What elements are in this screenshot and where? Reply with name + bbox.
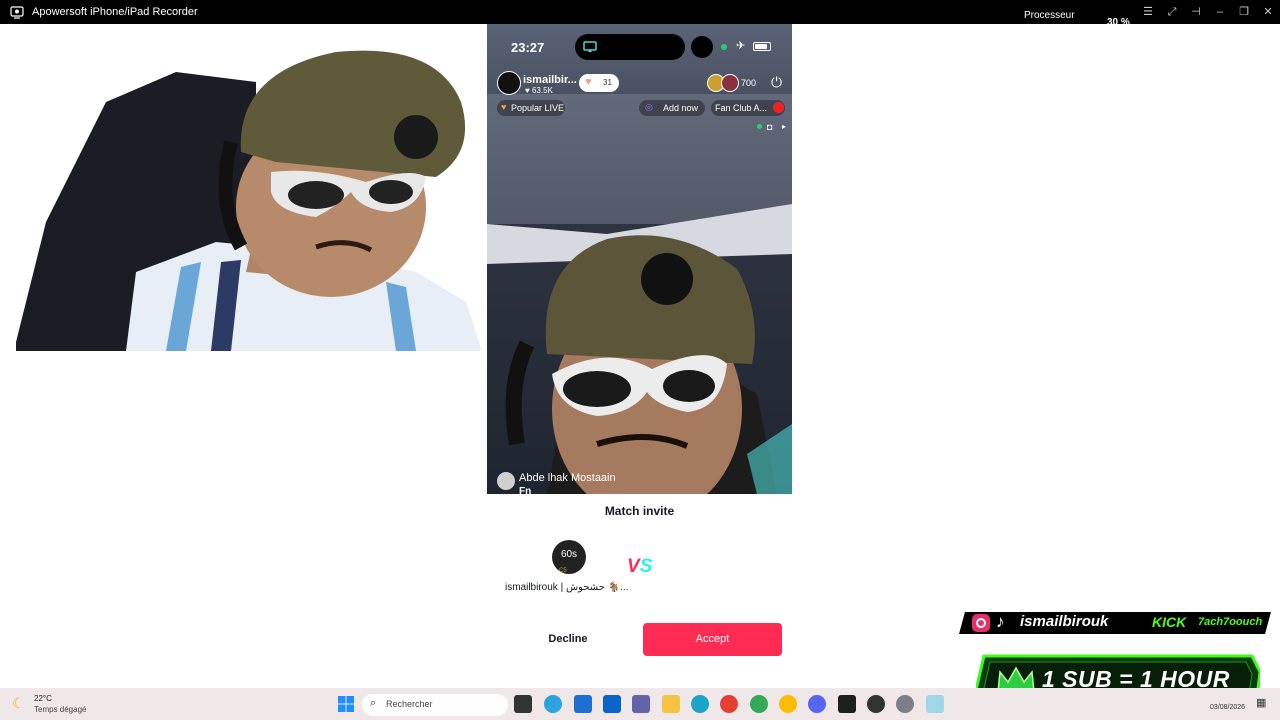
vs-logo: VS <box>627 556 652 578</box>
file-explorer-icon[interactable] <box>662 695 680 713</box>
chrome-profile-icon[interactable] <box>750 695 768 713</box>
tiktok-icon: ♪ <box>996 612 1005 631</box>
instagram-icon <box>972 614 990 632</box>
vs-v: V <box>627 556 640 577</box>
webcam-overlay <box>16 42 482 351</box>
search-icon: ⌕ <box>370 697 377 709</box>
panel-title: Match invite <box>604 504 675 518</box>
power-icon[interactable]: ⏻ <box>771 74 782 91</box>
vs-s: S <box>639 556 653 577</box>
minimize-icon[interactable]: – <box>1212 4 1228 20</box>
edge-icon[interactable] <box>691 695 709 713</box>
notification-icon[interactable]: ▦ <box>1256 696 1266 709</box>
heart-gift-pill[interactable]: ♥ 31 <box>579 74 619 92</box>
status-time: 23:27 <box>511 40 545 55</box>
host-likes: ♥ 63.5K <box>525 86 553 95</box>
streamlabs-icon[interactable] <box>838 695 856 713</box>
app-title: Apowersoft iPhone/iPad Recorder <box>32 6 198 18</box>
target-icon: ◎ <box>645 102 653 112</box>
viewer-avatar[interactable] <box>721 74 739 92</box>
taskbar-search[interactable]: ⌕ Rechercher <box>362 694 508 716</box>
match-invite-panel: Match invite 60s C5 VS ismailbirouk | حش… <box>487 494 792 668</box>
screen-mirror-icon <box>583 41 597 52</box>
camera-icon[interactable]: ◘ <box>767 122 772 132</box>
add-now-label: Add now <box>663 103 699 113</box>
windows-taskbar: ☾ 22°C Temps dégagé ⌕ Rechercher 03/08/2… <box>0 688 1280 720</box>
live-dot-icon <box>757 124 762 129</box>
phone-screen: 23:27 ✈ ismailbir... ♥ 63.5K ♥ 31 700 ⏻ … <box>487 24 792 494</box>
windows-start-icon[interactable] <box>338 696 354 712</box>
chrome-icon[interactable] <box>720 695 738 713</box>
dynamic-island <box>575 34 685 60</box>
chrome-profile-2-icon[interactable] <box>779 695 797 713</box>
kick-label: KICK <box>1152 614 1187 630</box>
multitask-icon <box>691 36 713 58</box>
countdown-timer: 60s <box>560 549 578 560</box>
weather-temperature[interactable]: 22°C <box>34 694 52 703</box>
task-view-icon[interactable] <box>514 695 532 713</box>
host-likes-value: 63.5K <box>531 86 553 95</box>
social-handle: ismailbirouk <box>1020 613 1109 630</box>
decline-button[interactable]: Decline <box>515 623 621 655</box>
inviter-avatar: 60s <box>552 540 586 574</box>
title-bar: Apowersoft iPhone/iPad Recorder Processe… <box>0 0 1280 28</box>
weather-description[interactable]: Temps dégagé <box>34 705 86 714</box>
gift-icon <box>773 102 784 113</box>
heart-count: 31 <box>603 78 612 87</box>
obs-icon[interactable] <box>867 695 885 713</box>
accept-button[interactable]: Accept <box>643 623 782 656</box>
comment-text: Fn <box>519 486 532 494</box>
close-icon[interactable]: ✕ <box>1260 4 1276 20</box>
popular-live-chip[interactable]: ♥ Popular LIVE <box>497 100 565 116</box>
telegram-icon[interactable] <box>544 695 562 713</box>
fan-club-label: Fan Club A... <box>715 103 768 113</box>
maximize-icon[interactable]: ❐ <box>1236 4 1252 20</box>
add-now-chip[interactable]: ◎ Add now <box>639 100 705 116</box>
webcam-person-image <box>16 50 482 351</box>
teams-icon[interactable] <box>632 695 650 713</box>
pin-icon[interactable]: ⊣ <box>1188 4 1204 20</box>
viewer-count[interactable]: 700 <box>741 78 756 88</box>
commenter-avatar <box>497 472 515 490</box>
fan-club-chip[interactable]: Fan Club A... <box>711 100 785 116</box>
weather-moon-icon[interactable]: ☾ <box>12 695 25 712</box>
comment-author: Abde lhak Mostaain <box>519 472 616 484</box>
kick-username: 7ach7oouch <box>1198 616 1263 628</box>
expand-icon[interactable]: ⤢ <box>1164 4 1180 20</box>
host-name[interactable]: ismailbir... <box>523 74 577 86</box>
airplane-mode-icon: ✈ <box>736 40 746 52</box>
discord-icon[interactable] <box>808 695 826 713</box>
processor-label: Processeur <box>1024 10 1075 21</box>
list-icon[interactable]: ☰ <box>1140 4 1156 20</box>
settings-icon[interactable] <box>896 695 914 713</box>
recorder-app-icon <box>10 6 24 19</box>
rank-badge: C5 <box>559 568 567 574</box>
outlook-icon[interactable] <box>603 695 621 713</box>
recorder-taskbar-icon[interactable] <box>926 695 944 713</box>
host-avatar[interactable] <box>497 71 521 95</box>
social-handle-banner: ♪ ismailbirouk KICK 7ach7oouch <box>959 612 1271 634</box>
camera-indicator-icon <box>721 44 727 50</box>
inviter-name: ismailbirouk | حشحوش 🐐... <box>505 582 629 593</box>
heart-icon: ♥ <box>585 76 592 88</box>
search-placeholder: Rechercher <box>386 699 433 709</box>
flame-icon: ♥ <box>501 102 507 112</box>
chevron-right-icon[interactable]: ▸ <box>782 122 786 131</box>
battery-icon <box>753 42 771 51</box>
popular-live-label: Popular LIVE <box>511 103 565 113</box>
store-icon[interactable] <box>574 695 592 713</box>
tray-date[interactable]: 03/08/2026 <box>1210 704 1245 711</box>
processor-value: 30 % <box>1107 17 1130 28</box>
